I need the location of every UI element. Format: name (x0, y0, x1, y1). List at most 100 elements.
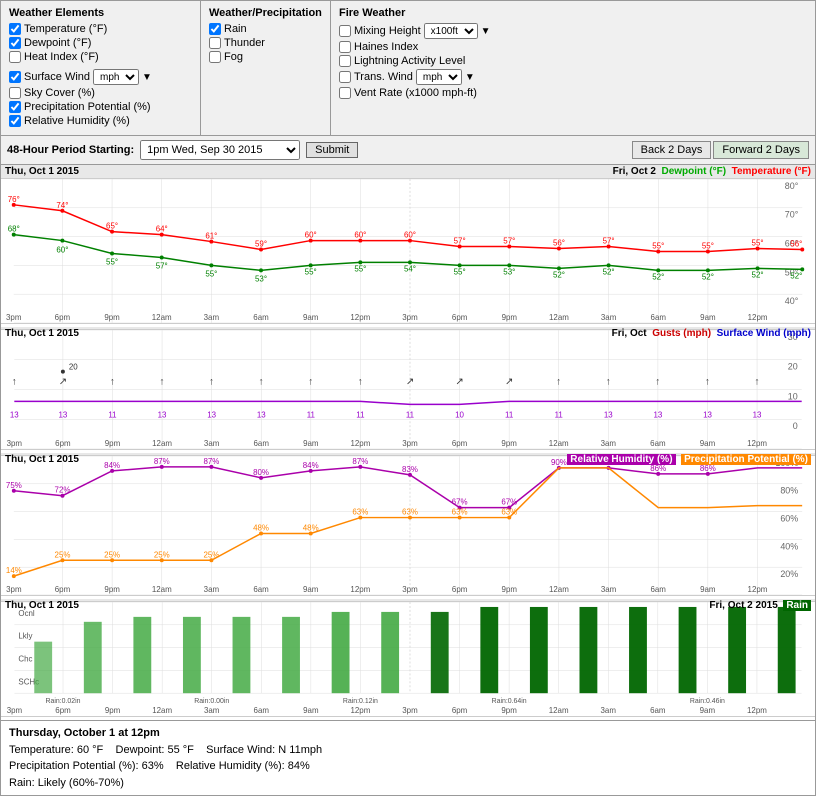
sky-cover-checkbox[interactable] (9, 87, 21, 99)
svg-text:20: 20 (788, 362, 798, 372)
vent-rate-checkbox[interactable] (339, 87, 351, 99)
svg-text:40°: 40° (785, 296, 799, 306)
precip-potential-label: Precipitation Potential (%) (24, 101, 151, 113)
trans-wind-checkbox[interactable] (339, 71, 351, 83)
haines-row: Haines Index (339, 41, 807, 53)
heat-index-checkbox[interactable] (9, 51, 21, 63)
svg-text:52°: 52° (790, 271, 802, 280)
info-wind: Surface Wind: N 11mph (206, 744, 322, 756)
vent-rate-row: Vent Rate (x1000 mph-ft) (339, 87, 807, 99)
thunder-checkbox[interactable] (209, 37, 221, 49)
svg-text:Rain:0.64in: Rain:0.64in (492, 698, 527, 705)
rain-label: Rain (224, 23, 247, 35)
svg-text:57°: 57° (454, 237, 466, 246)
rain-chart: Thu, Oct 1 2015 Fri, Oct 2 2015 Rain (1, 599, 815, 720)
gusts-legend: Gusts (mph) (652, 328, 711, 339)
rel-humidity-row: Relative Humidity (%) (9, 115, 192, 127)
lightning-row: Lightning Activity Level (339, 55, 807, 67)
fire-weather-title: Fire Weather (339, 7, 807, 19)
back-days-button[interactable]: Back 2 Days (632, 141, 712, 159)
submit-button[interactable]: Submit (306, 142, 358, 158)
svg-text:↗: ↗ (59, 377, 67, 388)
svg-text:87%: 87% (154, 457, 170, 466)
temp-dewpoint-svg: 80° 70° 60° 50° 40° 76° 74° 65° 64° 61° … (1, 179, 815, 324)
svg-text:20: 20 (69, 363, 78, 372)
wind-title-right: Fri, Oct Gusts (mph) Surface Wind (mph) (612, 328, 811, 339)
svg-text:Rain:0.00in: Rain:0.00in (194, 698, 229, 705)
date-select[interactable]: 1pm Wed, Sep 30 2015 (140, 140, 300, 160)
svg-text:53°: 53° (255, 274, 267, 283)
svg-text:9am: 9am (303, 585, 319, 594)
svg-text:12pm: 12pm (350, 585, 370, 594)
vent-rate-label: Vent Rate (x1000 mph-ft) (354, 87, 477, 99)
info-rh: Relative Humidity (%): 84% (176, 760, 310, 772)
haines-label: Haines Index (354, 41, 418, 53)
surface-wind-select[interactable]: mphkts (93, 69, 139, 85)
lightning-checkbox[interactable] (339, 55, 351, 67)
surface-wind-row: Surface Wind mphkts ▼ (9, 69, 192, 85)
svg-text:9am: 9am (700, 585, 716, 594)
svg-text:9pm: 9pm (105, 439, 121, 448)
svg-text:12am: 12am (549, 585, 569, 594)
weather-elements-title: Weather Elements (9, 7, 192, 19)
svg-text:90%: 90% (551, 458, 567, 467)
svg-text:61°: 61° (205, 232, 217, 241)
fog-label: Fog (224, 51, 243, 63)
charts-container: Thu, Oct 1 2015 Fri, Oct 2 Dewpoint (°F)… (0, 165, 816, 721)
rel-humidity-checkbox[interactable] (9, 115, 21, 127)
precip-potential-checkbox[interactable] (9, 101, 21, 113)
svg-text:11: 11 (307, 410, 316, 419)
rh-precip-chart: Thu, Oct 1 2015 Relative Humidity (%) Pr… (1, 453, 815, 599)
svg-text:60°: 60° (305, 231, 317, 240)
temp-title-right: Fri, Oct 2 Dewpoint (°F) Temperature (°F… (613, 166, 811, 177)
svg-text:67%: 67% (452, 498, 468, 507)
svg-text:80%: 80% (253, 468, 269, 477)
svg-text:52°: 52° (752, 270, 764, 279)
mixing-height-checkbox[interactable] (339, 25, 351, 37)
svg-text:11: 11 (555, 410, 564, 419)
svg-text:13: 13 (753, 410, 762, 419)
trans-wind-select[interactable]: mphkts (416, 69, 462, 85)
svg-text:60%: 60% (780, 514, 798, 524)
svg-text:55°: 55° (305, 267, 317, 276)
controls-bar: 48-Hour Period Starting: 1pm Wed, Sep 30… (0, 136, 816, 165)
svg-text:12pm: 12pm (748, 585, 768, 594)
svg-text:3pm: 3pm (7, 439, 23, 448)
svg-text:86%: 86% (650, 464, 666, 473)
rain-chart-title: Thu, Oct 1 2015 Fri, Oct 2 2015 Rain (1, 599, 815, 602)
svg-text:9am: 9am (700, 706, 716, 715)
svg-text:9am: 9am (303, 313, 319, 322)
forward-days-button[interactable]: Forward 2 Days (713, 141, 809, 159)
svg-text:87%: 87% (203, 457, 219, 466)
svg-text:Rain:0.46in: Rain:0.46in (690, 698, 725, 705)
svg-text:9am: 9am (700, 439, 716, 448)
info-title: Thursday, October 1 at 12pm (9, 725, 807, 742)
svg-text:6pm: 6pm (55, 313, 71, 322)
svg-text:6pm: 6pm (452, 706, 468, 715)
dewpoint-checkbox[interactable] (9, 37, 21, 49)
mixing-height-select[interactable]: x100ftm (424, 23, 478, 39)
surface-wind-checkbox[interactable] (9, 71, 21, 83)
svg-text:↑: ↑ (358, 377, 363, 388)
lightning-label: Lightning Activity Level (354, 55, 465, 67)
svg-text:12am: 12am (152, 439, 172, 448)
fog-checkbox[interactable] (209, 51, 221, 63)
info-bar: Thursday, October 1 at 12pm Temperature:… (0, 721, 816, 796)
rel-humidity-label: Relative Humidity (%) (24, 115, 130, 127)
wind-chart-title: Thu, Oct 1 2015 Fri, Oct Gusts (mph) Sur… (1, 327, 815, 330)
weather-precip-panel: Weather/Precipitation Rain Thunder Fog (201, 1, 331, 135)
svg-text:3pm: 3pm (402, 585, 418, 594)
haines-checkbox[interactable] (339, 41, 351, 53)
svg-text:84%: 84% (303, 461, 319, 470)
svg-text:11: 11 (505, 410, 514, 419)
svg-text:68°: 68° (8, 225, 20, 234)
svg-text:3pm: 3pm (7, 706, 23, 715)
svg-text:25%: 25% (55, 550, 71, 559)
rain-checkbox[interactable] (209, 23, 221, 35)
svg-text:10: 10 (788, 391, 798, 401)
svg-text:13: 13 (158, 410, 167, 419)
temp-checkbox[interactable] (9, 23, 21, 35)
svg-text:55°: 55° (106, 257, 118, 266)
svg-text:80°: 80° (785, 181, 799, 191)
svg-text:9am: 9am (700, 313, 716, 322)
